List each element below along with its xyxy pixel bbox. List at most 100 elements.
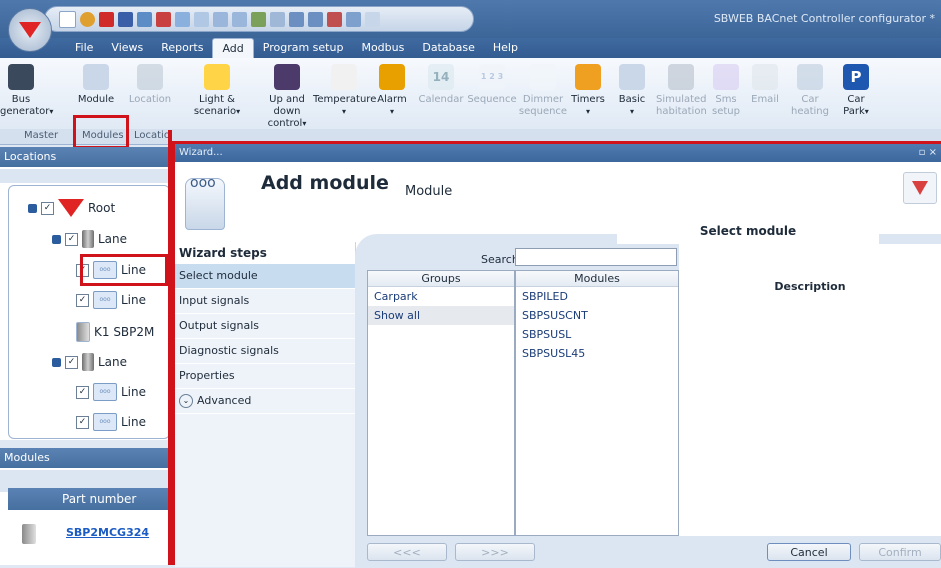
window-title: SBWEB BACnet Controller configurator * <box>713 12 935 25</box>
step-select-module[interactable]: Select module <box>175 264 355 289</box>
users-icon[interactable] <box>289 11 304 27</box>
stop-icon[interactable] <box>156 11 171 27</box>
ribbon-basic-button[interactable]: Basic ▾ <box>612 62 652 118</box>
tree-node-line[interactable]: ✓ ooo Line <box>76 411 146 433</box>
ribbon-email-button[interactable]: Email <box>748 62 782 106</box>
tree-node-lane[interactable]: ✓ Lane <box>52 351 127 373</box>
locations-panel: Locations ✓ Root ✓ Lane ✓ ooo Line ✓ ooo Line K1 S… <box>0 147 171 440</box>
module-sbpsusl[interactable]: SBPSUSL <box>516 325 678 344</box>
menu-tab-reports[interactable]: Reports <box>152 38 212 58</box>
ribbon-light-bulb-button[interactable]: Light & scenario▾ <box>192 62 242 118</box>
tree-checkbox[interactable]: ✓ <box>76 415 89 429</box>
ribbon-car-heating-button[interactable]: Car heating <box>790 62 830 118</box>
group-show-all[interactable]: Show all <box>368 306 514 325</box>
menu-tab-views[interactable]: Views <box>102 38 152 58</box>
ribbon-thermometer-button[interactable]: Temperature ▾ <box>313 62 376 118</box>
module-sbpiled[interactable]: SBPILED <box>516 287 678 306</box>
ribbon-simulated-habitation-button[interactable]: Simulated habitation <box>656 62 707 118</box>
menu-tab-database[interactable]: Database <box>413 38 484 58</box>
panel-icon[interactable] <box>346 11 361 27</box>
tree-icon[interactable] <box>251 11 266 27</box>
step-properties[interactable]: Properties <box>175 364 355 389</box>
ribbon-location-button[interactable]: Location <box>126 62 174 106</box>
menu-tab-program-setup[interactable]: Program setup <box>254 38 353 58</box>
tree-checkbox[interactable]: ✓ <box>41 201 54 215</box>
ribbon-button-label: Sequence <box>467 94 517 105</box>
application-menu-button[interactable] <box>8 8 52 52</box>
step-output-signals[interactable]: Output signals <box>175 314 355 339</box>
next-button[interactable]: >>> <box>455 543 535 561</box>
step-diagnostic-signals[interactable]: Diagnostic signals <box>175 339 355 364</box>
table-row[interactable]: SBP2MCG324 <box>8 520 170 548</box>
step-input-signals[interactable]: Input signals <box>175 289 355 314</box>
save-as-icon[interactable] <box>118 11 133 27</box>
part-number-header[interactable]: Part number <box>8 488 170 510</box>
tree-checkbox[interactable]: ✓ <box>65 232 78 246</box>
tree-node-lane[interactable]: ✓ Lane <box>52 228 127 250</box>
upload-icon[interactable] <box>213 11 228 27</box>
new-file-icon[interactable] <box>59 10 76 28</box>
car-park-icon: P <box>843 64 869 90</box>
tree-node-label: Line <box>121 293 147 307</box>
tree-checkbox[interactable]: ✓ <box>76 385 89 399</box>
ribbon-sms-button[interactable]: Sms setup <box>708 62 744 118</box>
tree-node-module[interactable]: K1 SBP2M <box>76 321 154 343</box>
confirm-button[interactable]: Confirm <box>859 543 941 561</box>
ribbon-alarm-button[interactable]: Alarm ▾ <box>372 62 412 118</box>
search-input[interactable] <box>515 248 677 266</box>
dropdown-arrow-icon: ▾ <box>585 107 590 116</box>
connect-icon[interactable] <box>175 11 190 27</box>
ribbon-timer-button[interactable]: Timers ▾ <box>568 62 608 118</box>
ribbon-module-button[interactable]: Module <box>70 62 122 106</box>
ribbon-button-label: Simulated <box>656 94 707 105</box>
transfer-icon[interactable] <box>194 11 209 27</box>
ribbon-calendar-button[interactable]: 14 Calendar <box>418 62 464 106</box>
network-icon[interactable] <box>270 11 285 27</box>
module-sbpsuscnt[interactable]: SBPSUSCNT <box>516 306 678 325</box>
description-panel: Description <box>679 244 941 536</box>
alarm-icon <box>379 64 405 90</box>
ribbon-dimmer-sequence-button[interactable]: Dimmer sequence <box>518 62 568 118</box>
download-icon[interactable] <box>232 11 247 27</box>
modules-list: Modules SBPILED SBPSUSCNT SBPSUSL SBPSUS… <box>515 270 679 536</box>
collapse-icon[interactable] <box>28 203 37 213</box>
ribbon-button-sublabel: scenario <box>193 106 237 117</box>
ribbon-car-park-button[interactable]: P Car Park▾ <box>836 62 876 118</box>
menu-tab-help[interactable]: Help <box>484 38 527 58</box>
collapse-icon[interactable] <box>52 357 61 367</box>
tree-node-line[interactable]: ✓ ooo Line <box>76 381 146 403</box>
advanced-expander[interactable]: ⌄ Advanced <box>175 389 355 414</box>
users-add-icon[interactable] <box>308 11 323 27</box>
save-icon[interactable] <box>99 11 114 27</box>
tree-checkbox[interactable]: ✓ <box>76 293 89 307</box>
modules-header: Modules <box>516 271 678 287</box>
ribbon-button-label: Module <box>77 94 115 105</box>
menu-tab-modbus[interactable]: Modbus <box>352 38 413 58</box>
tree-checkbox[interactable]: ✓ <box>65 355 78 369</box>
tree-node-line[interactable]: ✓ ooo Line <box>76 289 146 311</box>
maximize-icon[interactable]: ▫ × <box>919 144 937 162</box>
up-down-control-icon <box>274 64 300 90</box>
line-icon: ooo <box>93 413 117 431</box>
previous-button[interactable]: <<< <box>367 543 447 561</box>
ribbon-button-sublabel: generator <box>0 106 50 117</box>
group-carpark[interactable]: Carpark <box>368 287 514 306</box>
tree-node-root[interactable]: ✓ Root <box>28 197 115 219</box>
ribbon-sequence-button[interactable]: 1 2 3 Sequence <box>466 62 518 106</box>
modules-title: Modules <box>0 448 170 468</box>
edit-icon[interactable] <box>137 11 152 27</box>
module-sbpsusl45[interactable]: SBPSUSL45 <box>516 344 678 363</box>
tree-node-label: Lane <box>98 355 128 369</box>
collapse-icon[interactable] <box>52 234 61 244</box>
open-icon[interactable] <box>80 11 95 27</box>
ribbon-up-down-control-button[interactable]: Up and down control▾ <box>256 62 318 130</box>
cancel-button[interactable]: Cancel <box>767 543 851 561</box>
config-icon[interactable] <box>327 11 342 27</box>
ribbon-bus-generator-button[interactable]: Bus generator▾ <box>0 62 53 118</box>
menu-tab-add[interactable]: Add <box>212 38 254 58</box>
part-number-value[interactable]: SBP2MCG324 <box>66 526 149 539</box>
menu-tab-file[interactable]: File <box>66 38 102 58</box>
info-icon[interactable] <box>365 11 380 27</box>
groups-header: Groups <box>368 271 514 287</box>
sequence-icon: 1 2 3 <box>479 64 505 90</box>
